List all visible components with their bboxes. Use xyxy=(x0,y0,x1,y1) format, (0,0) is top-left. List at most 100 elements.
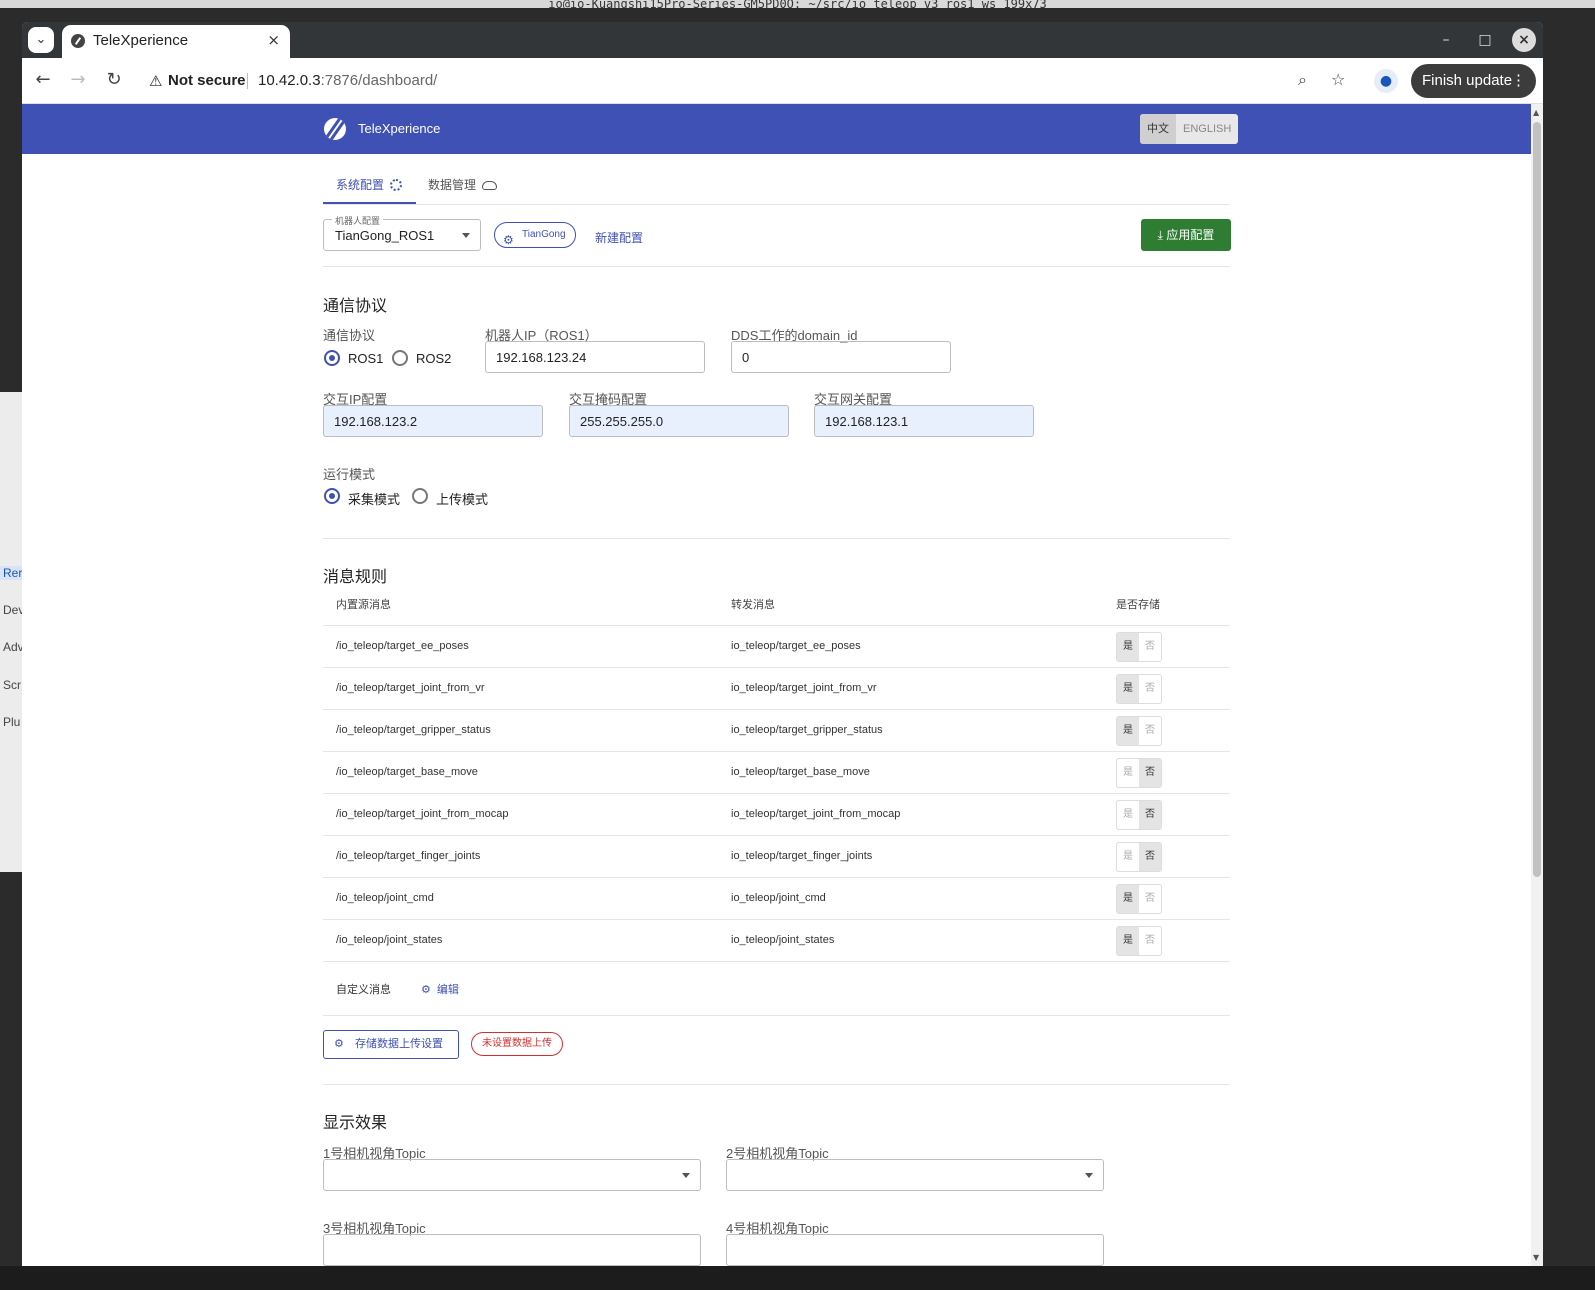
cam2-topic-select[interactable] xyxy=(726,1159,1104,1191)
cam3-topic-select[interactable] xyxy=(323,1234,701,1266)
profile-avatar-icon[interactable]: ● xyxy=(1374,69,1398,93)
store-yes-button[interactable]: 是 xyxy=(1117,801,1139,829)
store-yes-button[interactable]: 是 xyxy=(1117,885,1139,913)
col-forward-header: 转发消息 xyxy=(731,599,775,611)
source-topic: /io_teleop/joint_states xyxy=(336,934,443,946)
table-row: /io_teleop/target_base_move io_teleop/tar… xyxy=(323,751,1230,793)
display-section-title: 显示效果 xyxy=(323,1115,388,1132)
cam4-topic-select[interactable] xyxy=(726,1234,1104,1266)
security-status[interactable]: Not secure xyxy=(168,72,246,89)
interact-ip-input[interactable]: 192.168.123.2 xyxy=(323,405,543,437)
store-no-button[interactable]: 否 xyxy=(1139,885,1161,913)
forward-topic: io_teleop/target_joint_from_vr xyxy=(731,682,877,694)
forward-arrow-icon[interactable]: → xyxy=(66,68,90,92)
cam1-topic-select[interactable] xyxy=(323,1159,701,1191)
url-separator xyxy=(247,73,248,89)
language-toggle: 中文 ENGLISH xyxy=(1140,114,1239,144)
collect-mode-label: 采集模式 xyxy=(348,492,401,507)
table-row: /io_teleop/target_joint_from_vr io_teleop… xyxy=(323,667,1230,709)
tab-search-chevron-icon[interactable]: ⌄ xyxy=(28,27,54,53)
back-arrow-icon[interactable]: ← xyxy=(31,68,55,92)
page-tabs: 系统配置 数据管理 xyxy=(323,154,1230,205)
gear-icon: ⚙ xyxy=(334,1038,344,1050)
more-menu-icon: ⋮ xyxy=(1511,72,1526,89)
interact-gateway-input[interactable]: 192.168.123.1 xyxy=(814,405,1034,437)
dropdown-caret-icon xyxy=(682,1173,690,1178)
minimize-icon[interactable]: – xyxy=(1434,28,1458,52)
ros1-radio[interactable] xyxy=(324,350,340,366)
store-yes-button[interactable]: 是 xyxy=(1117,843,1139,871)
app-title: TeleXperience xyxy=(358,121,441,136)
store-yes-button[interactable]: 是 xyxy=(1117,759,1139,787)
maximize-icon[interactable]: □ xyxy=(1473,28,1497,52)
apply-config-button[interactable]: ⤓ 应用配置 xyxy=(1141,219,1231,251)
store-yes-button[interactable]: 是 xyxy=(1117,675,1139,703)
background-sidebar: Rer Dev Adv Scr Plu xyxy=(0,392,24,872)
url-text[interactable]: 10.42.0.3:7876/dashboard/ xyxy=(258,72,437,89)
page-scrollbar[interactable]: ▲ ▼ xyxy=(1531,104,1543,1266)
robot-config-select[interactable]: 机器人配置 TianGong_ROS1 xyxy=(323,214,481,251)
robot-ip-input[interactable]: 192.168.123.24 xyxy=(485,341,705,373)
store-no-button[interactable]: 否 xyxy=(1139,843,1161,871)
collect-mode-radio[interactable] xyxy=(324,488,340,504)
store-no-button[interactable]: 否 xyxy=(1139,675,1161,703)
tab-system-config[interactable]: 系统配置 xyxy=(336,176,403,193)
table-row: /io_teleop/joint_states io_teleop/joint_s… xyxy=(323,919,1230,961)
terminal-bottom xyxy=(0,1266,1595,1290)
domain-id-input[interactable]: 0 xyxy=(731,341,951,373)
store-toggle: 是否 xyxy=(1116,842,1162,872)
side-item: Scr xyxy=(3,678,21,692)
tab-close-icon[interactable]: × xyxy=(267,31,280,49)
lang-en-button[interactable]: ENGLISH xyxy=(1176,114,1238,144)
new-config-link[interactable]: 新建配置 xyxy=(595,229,643,246)
zoom-icon[interactable]: ⌕ xyxy=(1298,70,1307,90)
finish-update-label: Finish update xyxy=(1422,72,1513,89)
upload-settings-button[interactable]: ⚙ 存储数据上传设置 xyxy=(323,1030,459,1059)
gear-icon xyxy=(390,179,403,191)
store-no-button[interactable]: 否 xyxy=(1139,759,1161,787)
ros2-radio[interactable] xyxy=(392,350,408,366)
custom-message-row: 自定义消息 ⚙ 编辑 xyxy=(323,961,1230,1016)
warning-triangle-icon: ⚠ xyxy=(149,72,163,90)
forward-topic: io_teleop/target_gripper_status xyxy=(731,724,883,736)
store-toggle: 是否 xyxy=(1116,800,1162,830)
store-no-button[interactable]: 否 xyxy=(1139,717,1161,745)
store-no-button[interactable]: 否 xyxy=(1139,801,1161,829)
robot-config-label: 机器人配置 xyxy=(332,214,384,227)
divider xyxy=(323,266,1230,267)
source-topic: /io_teleop/target_finger_joints xyxy=(336,850,481,862)
store-toggle: 是否 xyxy=(1116,716,1162,746)
upload-mode-radio[interactable] xyxy=(412,488,428,504)
source-topic: /io_teleop/target_ee_poses xyxy=(336,640,469,652)
lang-zh-button[interactable]: 中文 xyxy=(1140,114,1176,144)
store-no-button[interactable]: 否 xyxy=(1139,927,1161,955)
store-no-button[interactable]: 否 xyxy=(1139,633,1161,661)
interact-mask-input[interactable]: 255.255.255.0 xyxy=(569,405,789,437)
scroll-up-icon[interactable]: ▲ xyxy=(1533,108,1539,117)
store-yes-button[interactable]: 是 xyxy=(1117,633,1139,661)
window-close-icon[interactable]: × xyxy=(1512,28,1536,52)
scrollbar-thumb[interactable] xyxy=(1533,122,1541,877)
store-yes-button[interactable]: 是 xyxy=(1117,927,1139,955)
reload-icon[interactable]: ↻ xyxy=(102,68,126,92)
table-row: /io_teleop/target_gripper_status io_teleo… xyxy=(323,709,1230,751)
robot-chip[interactable]: ⚙ TianGong xyxy=(494,222,576,248)
browser-tab[interactable]: TeleXperience × xyxy=(62,25,290,58)
upload-status-badge: 未设置数据上传 xyxy=(471,1032,563,1056)
address-bar[interactable]: ⚠ Not secure 10.42.0.3:7876/dashboard/ xyxy=(140,64,1430,98)
store-yes-button[interactable]: 是 xyxy=(1117,717,1139,745)
tab-system-label: 系统配置 xyxy=(336,178,385,192)
active-tab-indicator xyxy=(323,202,416,204)
cloud-upload-icon xyxy=(482,181,498,190)
bookmark-star-icon[interactable]: ☆ xyxy=(1331,70,1345,89)
finish-update-button[interactable]: Finish update ⋮ xyxy=(1411,64,1536,98)
store-toggle: 是否 xyxy=(1116,632,1162,662)
side-item: Rer xyxy=(0,566,22,580)
comm-section-title: 通信协议 xyxy=(323,298,388,315)
ros2-label: ROS2 xyxy=(416,351,452,366)
tab-title: TeleXperience xyxy=(93,32,189,49)
edit-custom-link[interactable]: ⚙ 编辑 xyxy=(421,981,459,997)
app-bar: TeleXperience 中文 ENGLISH xyxy=(22,104,1531,154)
scroll-down-icon[interactable]: ▼ xyxy=(1533,1253,1539,1262)
tab-data-management[interactable]: 数据管理 xyxy=(428,176,498,193)
